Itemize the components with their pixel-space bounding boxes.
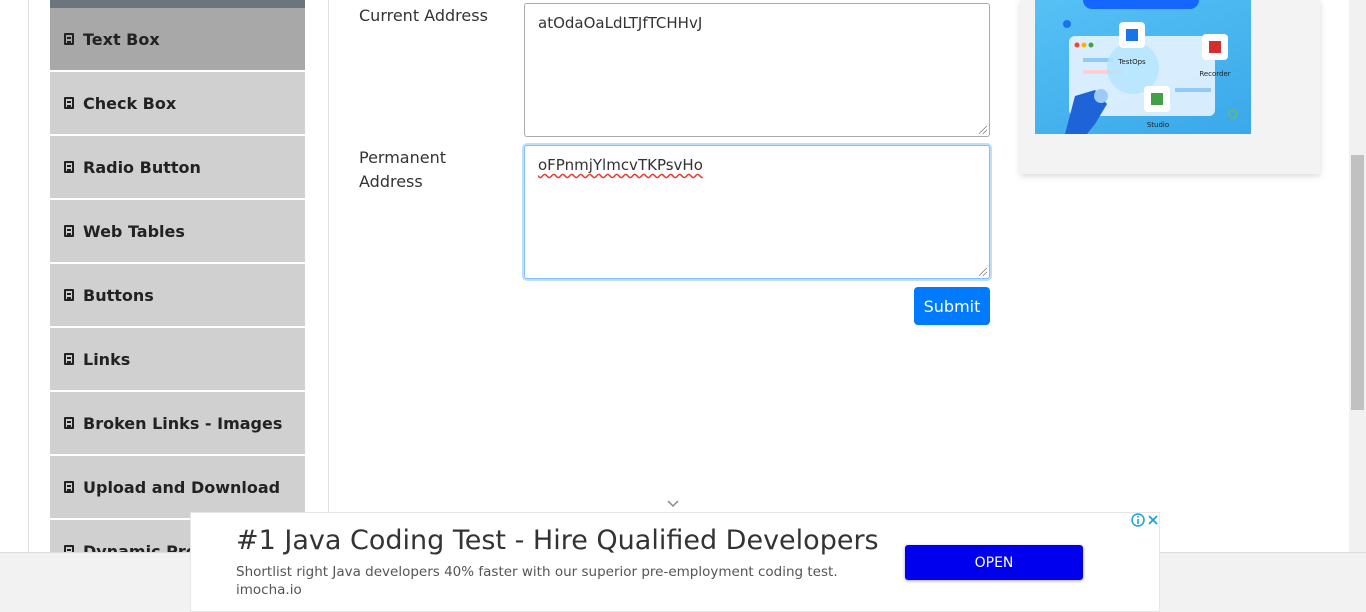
sidebar-item-label: Radio Button xyxy=(83,157,201,177)
ad-label-testops: TestOps xyxy=(1117,58,1146,66)
page: Text Box Check Box Radio Button Web Tabl… xyxy=(0,0,1366,612)
sidebar-item-broken-links[interactable]: Broken Links - Images xyxy=(50,392,305,454)
ad-domain[interactable]: imocha.io xyxy=(236,582,302,598)
side-ad-image[interactable]: TestOps Recorder Studio xyxy=(1035,0,1251,134)
html5-icon xyxy=(64,545,74,552)
ad-description: Shortlist right Java developers 40% fast… xyxy=(236,564,838,580)
ad-close-icon[interactable] xyxy=(1146,513,1160,527)
submit-button[interactable]: Submit xyxy=(914,287,990,325)
permanent-address-value: oFPnmjYlmcvTKPsvHo xyxy=(538,156,703,174)
content-divider xyxy=(328,0,329,552)
sidebar-item-label: Buttons xyxy=(83,285,154,305)
ad-label-studio: Studio xyxy=(1147,121,1169,129)
left-divider xyxy=(28,0,29,552)
ad-headline[interactable]: #1 Java Coding Test - Hire Qualified Dev… xyxy=(236,525,879,556)
sidebar-item-label: Text Box xyxy=(83,29,160,49)
sidebar-item-label: Links xyxy=(83,349,131,369)
sidebar-item-web-tables[interactable]: Web Tables xyxy=(50,200,305,262)
current-address-textarea[interactable]: atOdaOaLdLTJfTCHHvJ xyxy=(524,3,990,137)
html5-icon xyxy=(64,353,74,365)
permanent-address-label-line2: Address xyxy=(359,172,423,191)
sidebar-group-header[interactable] xyxy=(50,0,305,8)
sidebar-item-label: Broken Links - Images xyxy=(83,413,283,433)
chevron-down-icon[interactable] xyxy=(667,497,679,509)
ad-label-recorder: Recorder xyxy=(1199,70,1230,78)
html5-icon xyxy=(64,481,74,493)
html5-icon xyxy=(64,33,74,45)
sidebar-item-buttons[interactable]: Buttons xyxy=(50,264,305,326)
sidebar-item-label: Check Box xyxy=(83,93,177,113)
resize-handle-icon[interactable] xyxy=(979,268,987,276)
bottom-ad-banner[interactable]: #1 Java Coding Test - Hire Qualified Dev… xyxy=(190,512,1160,612)
resize-handle-icon[interactable] xyxy=(979,126,987,134)
sidebar-item-text-box[interactable]: Text Box xyxy=(50,8,305,70)
html5-icon xyxy=(64,97,74,109)
permanent-address-label-line1: Permanent xyxy=(359,148,447,167)
ad-info-icon[interactable] xyxy=(1131,513,1145,527)
html5-icon xyxy=(64,417,74,429)
scrollbar-thumb[interactable] xyxy=(1351,155,1364,410)
html5-icon xyxy=(64,161,74,173)
sidebar: Text Box Check Box Radio Button Web Tabl… xyxy=(50,0,305,552)
katalon-illustration: TestOps Recorder Studio xyxy=(1063,0,1238,134)
sidebar-item-links[interactable]: Links xyxy=(50,328,305,390)
current-address-label: Current Address xyxy=(359,6,488,25)
html5-icon xyxy=(64,225,74,237)
sidebar-item-label: Upload and Download xyxy=(83,477,281,497)
page-scrollbar[interactable] xyxy=(1349,0,1366,552)
sidebar-item-label: Web Tables xyxy=(83,221,185,241)
sidebar-item-radio-button[interactable]: Radio Button xyxy=(50,136,305,198)
permanent-address-textarea[interactable]: oFPnmjYlmcvTKPsvHo xyxy=(524,145,990,279)
ad-open-button[interactable]: OPEN xyxy=(905,545,1083,580)
current-address-value: atOdaOaLdLTJfTCHHvJ xyxy=(538,14,703,32)
html5-icon xyxy=(64,289,74,301)
permanent-address-label: Permanent Address xyxy=(359,146,446,194)
sidebar-item-upload-download[interactable]: Upload and Download xyxy=(50,456,305,518)
sidebar-item-check-box[interactable]: Check Box xyxy=(50,72,305,134)
side-ad-card[interactable]: TestOps Recorder Studio xyxy=(1020,0,1320,174)
